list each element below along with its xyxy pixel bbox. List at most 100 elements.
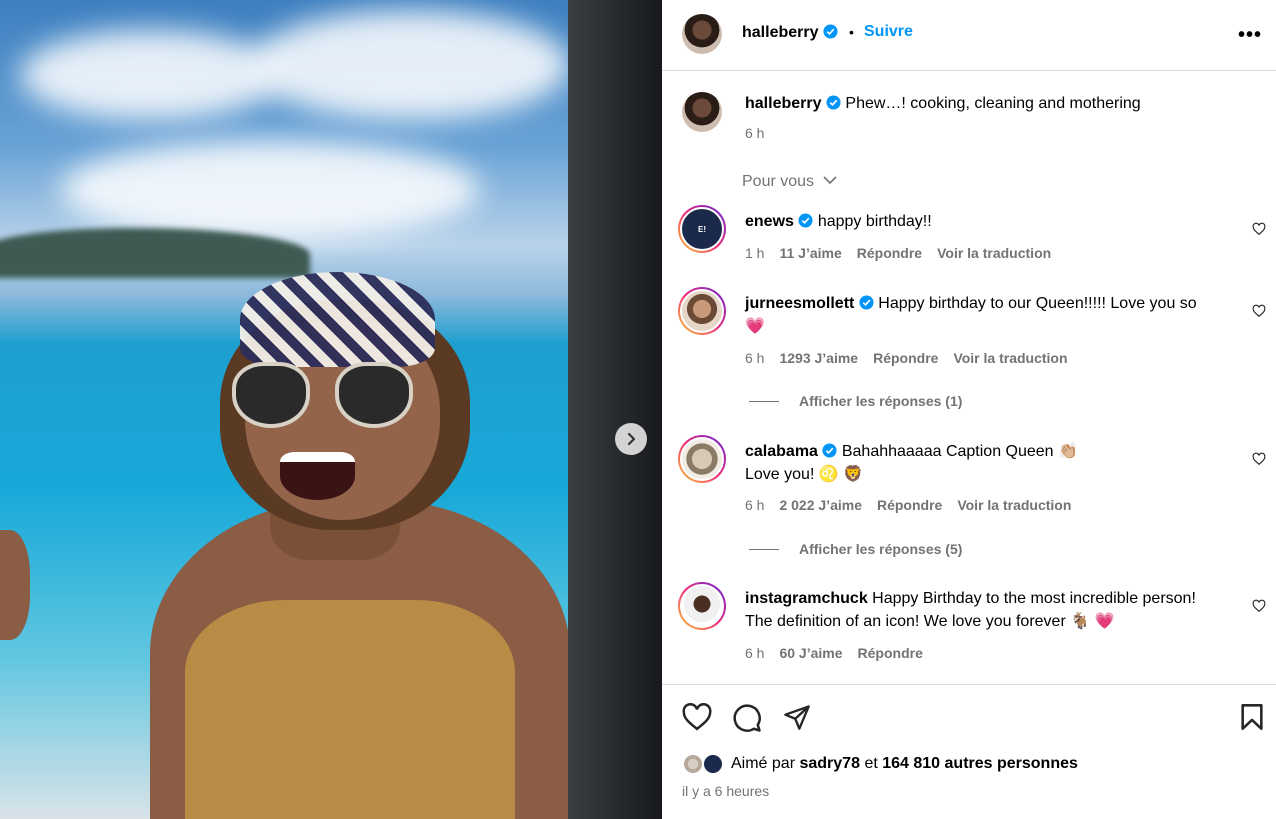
next-photo-button[interactable] — [615, 423, 647, 455]
comment-body-line2: 💗 — [745, 318, 765, 335]
comment-text: calabama Bahahhaaaaa Caption Queen 👏🏼 Lo… — [745, 440, 1240, 486]
like-comment-heart-icon[interactable] — [1252, 304, 1266, 318]
photo-smile — [280, 452, 355, 500]
comment-icon[interactable] — [732, 703, 762, 733]
caption-username[interactable]: halleberry — [745, 95, 821, 112]
comment-time: 6 h — [745, 497, 765, 513]
reply-button[interactable]: Répondre — [857, 245, 922, 261]
comment-meta: 6 h 2 022 J’aime Répondre Voir la traduc… — [745, 497, 1071, 513]
caption-meta: 6 h — [745, 125, 764, 141]
comment-avatar-jurneesmollett[interactable] — [678, 287, 726, 335]
photo-cloud — [250, 10, 570, 120]
verified-badge-icon — [823, 24, 838, 39]
comment-text: instagramchuck Happy Birthday to the mos… — [745, 587, 1240, 633]
save-bookmark-icon[interactable] — [1239, 703, 1265, 731]
comment-username[interactable]: enews — [745, 213, 794, 230]
share-icon[interactable] — [783, 703, 811, 731]
view-replies-button[interactable]: Afficher les réponses (1) — [749, 393, 962, 409]
likes-count[interactable]: 164 810 autres personnes — [882, 755, 1078, 772]
photo-hand — [0, 530, 30, 640]
verified-badge-icon — [798, 213, 813, 228]
liker-avatar-enews[interactable] — [702, 753, 724, 775]
photo-boat-post — [568, 0, 662, 819]
post-side-panel: halleberry • Suivre ••• halleberry Phew…… — [662, 0, 1276, 819]
view-replies-button[interactable]: Afficher les réponses (5) — [749, 541, 962, 557]
photo-cloud — [60, 140, 480, 240]
comment-time: 1 h — [745, 245, 765, 261]
comment-body-line2: The definition of an icon! We love you f… — [745, 613, 1115, 630]
author-avatar[interactable] — [682, 14, 722, 54]
comments-list[interactable]: halleberry Phew…! cooking, cleaning and … — [662, 72, 1276, 684]
author-username[interactable]: halleberry — [742, 24, 838, 42]
verified-badge-icon — [826, 95, 841, 110]
avatar-image — [680, 437, 724, 481]
reply-button[interactable]: Répondre — [858, 645, 923, 661]
comment-avatar-calabama[interactable] — [678, 435, 726, 483]
comment-username[interactable]: jurneesmollett — [745, 295, 854, 312]
comment-meta: 6 h 1293 J’aime Répondre Voir la traduct… — [745, 350, 1068, 366]
comment-avatar-instagramchuck[interactable] — [678, 582, 726, 630]
caption-text: halleberry Phew…! cooking, cleaning and … — [745, 92, 1240, 115]
comment-username[interactable]: instagramchuck — [745, 590, 868, 607]
enews-logo: E! — [680, 207, 724, 251]
replies-divider — [749, 548, 779, 550]
view-replies-label: Afficher les réponses (1) — [799, 393, 963, 409]
comment-likes[interactable]: 1293 J’aime — [779, 350, 858, 366]
comment-body: happy birthday!! — [817, 213, 932, 230]
likes-prefix: Aimé par — [731, 755, 796, 772]
view-replies-label: Afficher les réponses (5) — [799, 541, 963, 557]
comment-body: Bahahhaaaaa Caption Queen 👏🏼 — [841, 443, 1078, 460]
comment-body: Happy birthday to our Queen!!!!! Love yo… — [878, 295, 1197, 312]
chevron-right-icon — [627, 432, 636, 446]
comments-sort-dropdown[interactable]: Pour vous — [742, 173, 837, 191]
translate-button[interactable]: Voir la traduction — [937, 245, 1051, 261]
comment-body-line2: Love you! ♌ 🦁 — [745, 466, 864, 483]
comment-time: 6 h — [745, 350, 765, 366]
photo-cloud — [20, 30, 280, 120]
follow-button[interactable]: Suivre — [864, 23, 913, 41]
photo-headscarf — [240, 272, 435, 367]
verified-badge-icon — [822, 443, 837, 458]
caption-avatar[interactable] — [682, 92, 722, 132]
comment-likes[interactable]: 2 022 J’aime — [779, 497, 862, 513]
comment-text: jurneesmollett Happy birthday to our Que… — [745, 292, 1240, 338]
verified-badge-icon — [859, 295, 874, 310]
avatar-image — [680, 289, 724, 333]
like-comment-heart-icon[interactable] — [1252, 599, 1266, 613]
comments-sort-label: Pour vous — [742, 173, 815, 190]
photo-sunglasses-right — [335, 362, 413, 428]
reply-button[interactable]: Répondre — [877, 497, 942, 513]
comment-username[interactable]: calabama — [745, 443, 818, 460]
avatar-image — [680, 584, 724, 628]
liker-username[interactable]: sadry78 — [799, 755, 860, 772]
like-comment-heart-icon[interactable] — [1252, 222, 1266, 236]
comment-meta: 6 h 60 J’aime Répondre — [745, 645, 923, 661]
like-comment-heart-icon[interactable] — [1252, 452, 1266, 466]
comment-meta: 1 h 11 J’aime Répondre Voir la traductio… — [745, 245, 1051, 261]
replies-divider — [749, 400, 779, 402]
likes-and: et — [864, 755, 878, 772]
post-photo — [0, 0, 662, 819]
comment-likes[interactable]: 11 J’aime — [779, 245, 841, 261]
header-separator: • — [849, 24, 854, 40]
chevron-down-icon — [822, 176, 837, 185]
caption-body: Phew…! cooking, cleaning and mothering — [845, 95, 1141, 112]
comment-avatar-enews[interactable]: E! — [678, 205, 726, 253]
post-header: halleberry • Suivre ••• — [662, 0, 1276, 71]
post-timestamp[interactable]: il y a 6 heures — [682, 783, 769, 799]
like-heart-icon[interactable] — [682, 703, 712, 731]
more-options-icon[interactable]: ••• — [1238, 24, 1262, 47]
comment-likes[interactable]: 60 J’aime — [779, 645, 842, 661]
comment-time: 6 h — [745, 645, 765, 661]
photo-swimsuit — [185, 600, 515, 819]
reply-button[interactable]: Répondre — [873, 350, 938, 366]
translate-button[interactable]: Voir la traduction — [953, 350, 1067, 366]
comment-text: enews happy birthday!! — [745, 210, 1240, 233]
translate-button[interactable]: Voir la traduction — [957, 497, 1071, 513]
photo-sunglasses-left — [232, 362, 310, 428]
post-actions: Aimé par sadry78 et 164 810 autres perso… — [662, 684, 1276, 819]
liker-avatar[interactable] — [682, 753, 704, 775]
caption-time: 6 h — [745, 125, 765, 141]
comment-body: Happy Birthday to the most incredible pe… — [872, 590, 1196, 607]
likes-summary: Aimé par sadry78 et 164 810 autres perso… — [731, 755, 1078, 773]
